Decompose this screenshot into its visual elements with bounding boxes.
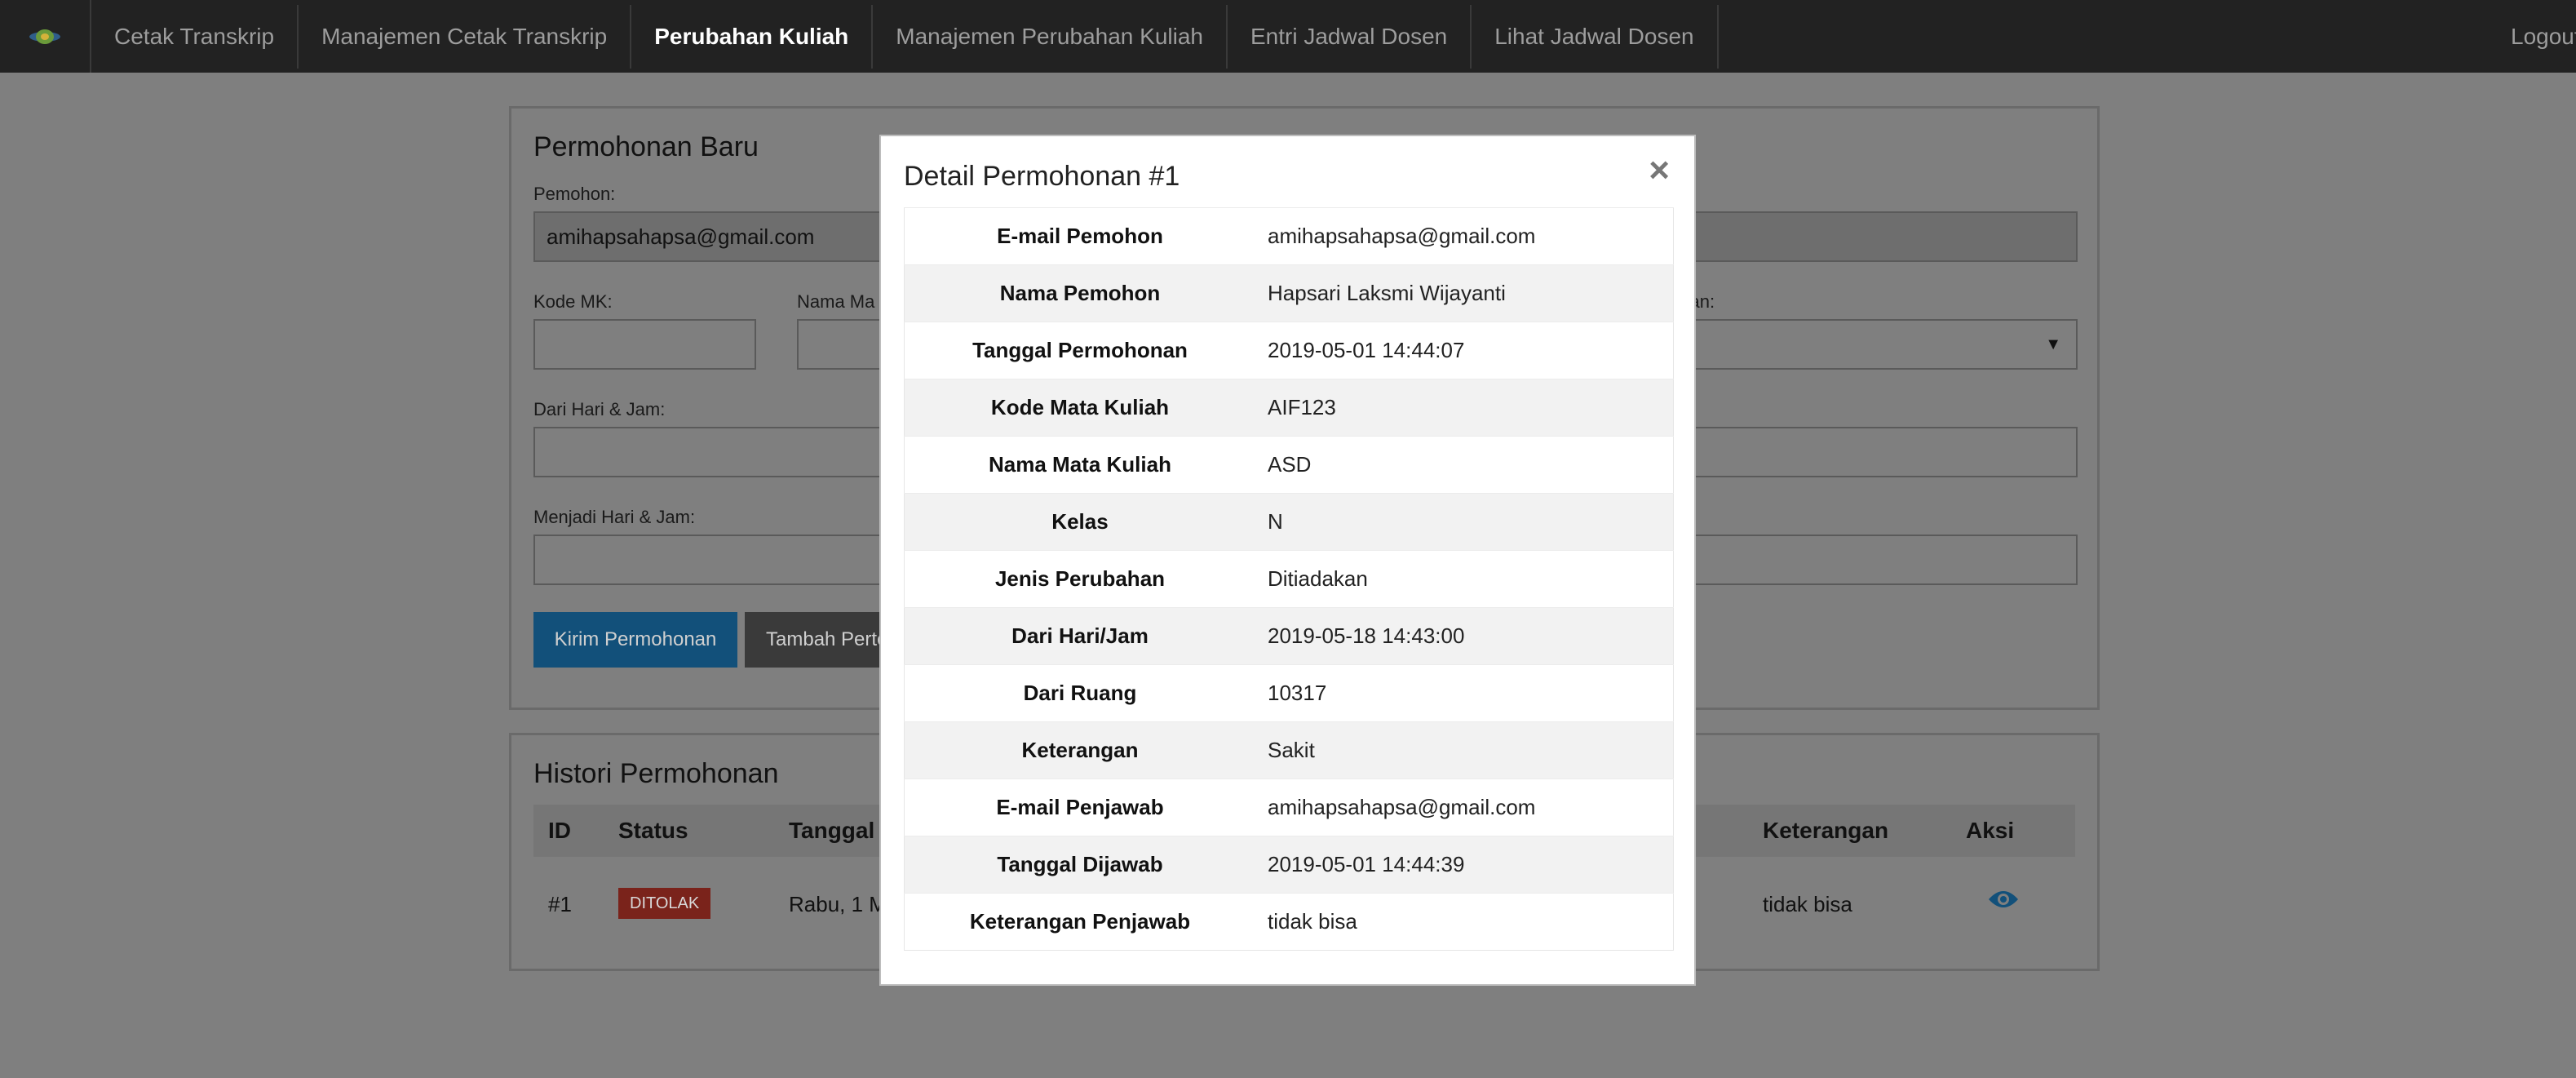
col-tanggal: Tanggal I xyxy=(789,818,887,843)
detail-row: Keterangan Sakit xyxy=(904,721,1674,779)
eye-icon[interactable] xyxy=(1987,888,2020,911)
detail-row: Tanggal Dijawab 2019-05-01 14:44:39 xyxy=(904,836,1674,894)
nav-item-lihat-jadwal-dosen[interactable]: Lihat Jadwal Dosen xyxy=(1472,4,1719,69)
nav-item-cetak-transkrip[interactable]: Cetak Transkrip xyxy=(91,4,299,69)
close-icon[interactable]: × xyxy=(1649,153,1670,189)
detail-row: Dari Ruang 10317 xyxy=(904,664,1674,722)
brand-logo[interactable] xyxy=(0,0,91,73)
detail-key: Keterangan Penjawab xyxy=(904,893,1255,951)
top-navbar: Cetak Transkrip Manajemen Cetak Transkri… xyxy=(0,0,2576,73)
detail-row: Keterangan Penjawab tidak bisa xyxy=(904,893,1674,951)
detail-modal: Detail Permohonan #1 × E-mail Pemohon ami… xyxy=(879,135,1696,986)
col-keterangan: Keterangan xyxy=(1763,818,1889,843)
kode-mk-label: Kode MK: xyxy=(533,291,613,312)
detail-row: E-mail Pemohon amihapsahapsa@gmail.com xyxy=(904,207,1674,265)
detail-value: 2019-05-01 14:44:07 xyxy=(1255,322,1674,379)
nav-item-manajemen-cetak-transkrip[interactable]: Manajemen Cetak Transkrip xyxy=(299,4,632,69)
detail-row: Kode Mata Kuliah AIF123 xyxy=(904,379,1674,437)
pemohon-label: Pemohon: xyxy=(533,184,616,204)
row-tanggal: Rabu, 1 M xyxy=(789,892,887,916)
detail-value: 2019-05-18 14:43:00 xyxy=(1255,607,1674,665)
panel-title: Permohonan Baru xyxy=(533,131,759,162)
detail-value: 10317 xyxy=(1255,664,1674,722)
detail-value: tidak bisa xyxy=(1255,893,1674,951)
detail-value: amihapsahapsa@gmail.com xyxy=(1255,207,1674,265)
jenis-perubahan-select[interactable]: ▼ xyxy=(1670,319,2078,370)
dari-hari-jam-label: Dari Hari & Jam: xyxy=(533,399,666,419)
detail-row: Tanggal Permohonan 2019-05-01 14:44:07 xyxy=(904,322,1674,379)
detail-key: Dari Hari/Jam xyxy=(904,607,1255,665)
detail-row: Nama Pemohon Hapsari Laksmi Wijayanti xyxy=(904,264,1674,322)
nama-mk-label: Nama Ma xyxy=(797,291,875,312)
detail-value: N xyxy=(1255,493,1674,551)
kode-mk-input[interactable] xyxy=(533,319,756,370)
chevron-down-icon: ▼ xyxy=(2045,335,2061,353)
kirim-permohonan-button[interactable]: Kirim Permohonan xyxy=(533,612,737,668)
detail-row: Dari Hari/Jam 2019-05-18 14:43:00 xyxy=(904,607,1674,665)
menjadi-hari-jam-label: Menjadi Hari & Jam: xyxy=(533,507,696,527)
detail-key: Tanggal Dijawab xyxy=(904,836,1255,894)
detail-value: ASD xyxy=(1255,436,1674,494)
nav-item-manajemen-perubahan-kuliah[interactable]: Manajemen Perubahan Kuliah xyxy=(873,4,1228,69)
detail-value: AIF123 xyxy=(1255,379,1674,437)
detail-value: amihapsahapsa@gmail.com xyxy=(1255,779,1674,836)
detail-value: 2019-05-01 14:44:39 xyxy=(1255,836,1674,894)
detail-key: E-mail Pemohon xyxy=(904,207,1255,265)
detail-value: Hapsari Laksmi Wijayanti xyxy=(1255,264,1674,322)
logout-link[interactable]: Logout xyxy=(2488,5,2576,69)
modal-title: Detail Permohonan #1 xyxy=(904,161,1180,192)
row-id: #1 xyxy=(548,892,572,916)
history-title: Histori Permohonan xyxy=(533,758,779,789)
nav-item-perubahan-kuliah[interactable]: Perubahan Kuliah xyxy=(631,4,874,69)
detail-key: Jenis Perubahan xyxy=(904,550,1255,608)
detail-value: Sakit xyxy=(1255,721,1674,779)
detail-key: E-mail Penjawab xyxy=(904,779,1255,836)
detail-key: Tanggal Permohonan xyxy=(904,322,1255,379)
detail-value: Ditiadakan xyxy=(1255,550,1674,608)
col-id: ID xyxy=(548,818,571,843)
detail-key: Kode Mata Kuliah xyxy=(904,379,1255,437)
detail-key: Nama Mata Kuliah xyxy=(904,436,1255,494)
detail-key: Nama Pemohon xyxy=(904,264,1255,322)
col-aksi: Aksi xyxy=(1966,818,2015,843)
detail-row: Nama Mata Kuliah ASD xyxy=(904,436,1674,494)
detail-row: E-mail Penjawab amihapsahapsa@gmail.com xyxy=(904,779,1674,836)
detail-key: Kelas xyxy=(904,493,1255,551)
logo-icon xyxy=(29,29,60,44)
detail-key: Keterangan xyxy=(904,721,1255,779)
detail-row: Jenis Perubahan Ditiadakan xyxy=(904,550,1674,608)
detail-table: E-mail Pemohon amihapsahapsa@gmail.com Na… xyxy=(904,207,1674,951)
status-badge: DITOLAK xyxy=(618,888,711,919)
detail-key: Dari Ruang xyxy=(904,664,1255,722)
nav-item-entri-jadwal-dosen[interactable]: Entri Jadwal Dosen xyxy=(1228,4,1472,69)
col-status: Status xyxy=(618,818,688,843)
detail-row: Kelas N xyxy=(904,493,1674,551)
row-keterangan: tidak bisa xyxy=(1763,892,1852,916)
